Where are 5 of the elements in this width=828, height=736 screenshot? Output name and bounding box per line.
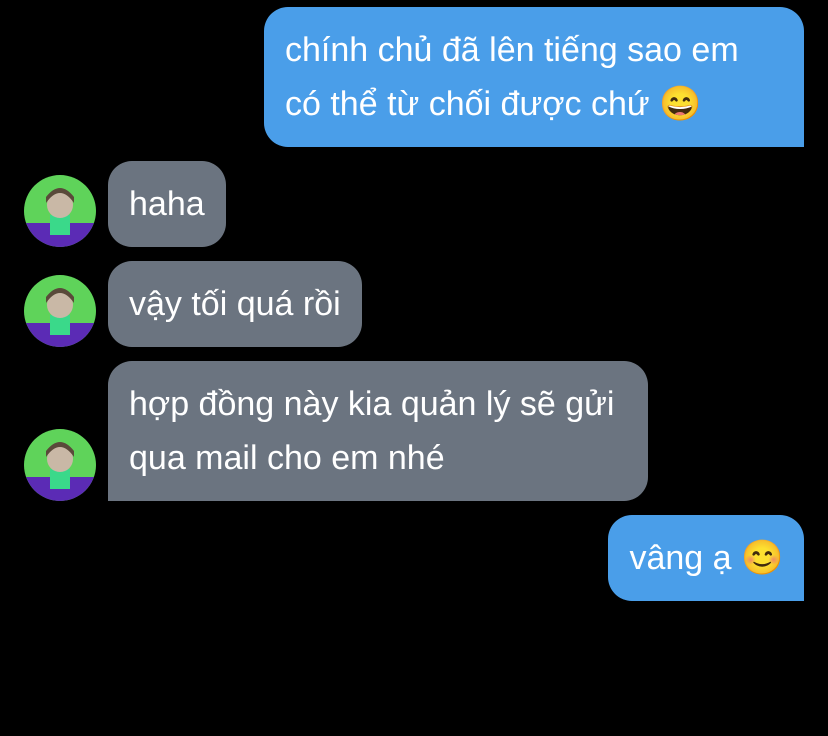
- message-bubble: chính chủ đã lên tiếng sao em có thể từ chối được chứ 😄: [264, 7, 804, 147]
- message-bubble: haha: [108, 161, 226, 247]
- message-bubble: hợp đồng này kia quản lý sẽ gửi qua mail cho em nhé: [108, 361, 648, 501]
- message-bubble: vậy tối quá rồi: [108, 261, 362, 347]
- message-bubble: vâng ạ 😊: [608, 515, 804, 601]
